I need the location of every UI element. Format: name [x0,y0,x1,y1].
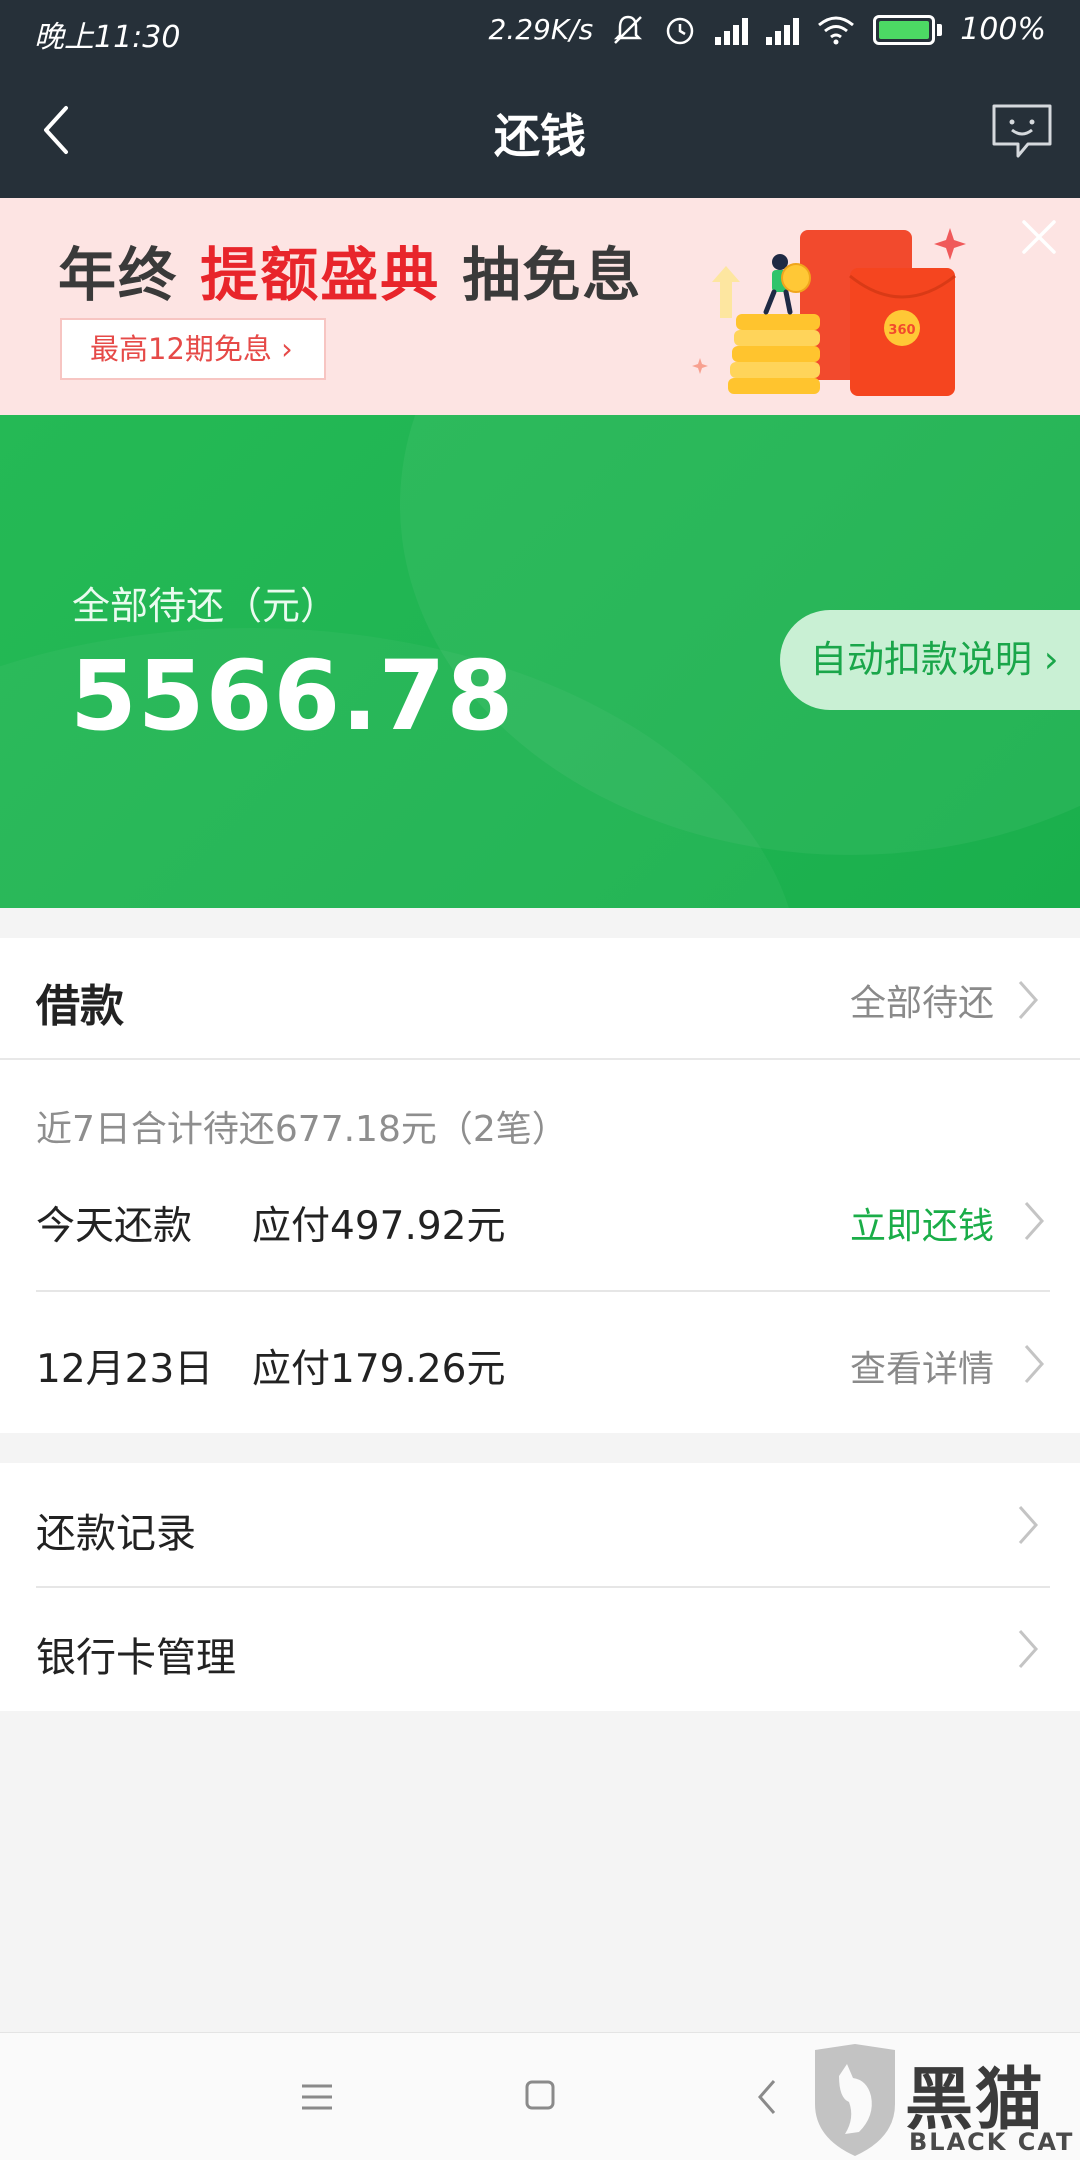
feedback-message-icon[interactable] [988,100,1056,162]
svg-text:360: 360 [888,323,915,338]
repayment-date: 今天还款 [36,1204,193,1249]
total-due-amount: 5566.78 [70,640,515,752]
system-nav-bar: 黑猫 BLACK CAT [0,2032,1080,2160]
repayment-row-dec23[interactable]: 12月23日 应付179.26元 查看详情 [36,1324,1050,1404]
chevron-right-icon [1018,981,1039,1019]
chevron-right-icon [1018,1506,1039,1544]
signal-icon-2 [766,15,800,45]
row-divider [36,1290,1050,1292]
watermark-en: BLACK CAT [909,2128,1075,2156]
view-details-link[interactable]: 查看详情 [850,1340,994,1392]
nav-bar: 还钱 [0,62,1080,198]
week-summary: 近7日合计待还677.18元（2笔） [36,1109,568,1150]
promo-banner[interactable]: 年终 提额盛典 抽免息 最高12期免息 › 360 [0,198,1080,415]
total-due-label: 全部待还（元） [72,584,339,628]
banner-headline-highlight: 提额盛典 [200,241,441,309]
close-icon[interactable] [1016,214,1062,260]
battery-level: 100% [960,12,1046,47]
menu-item-repayment-records[interactable]: 还款记录 [0,1463,1080,1587]
banner-headline-part1: 年终 [58,241,201,309]
repayment-amount: 应付497.92元 [252,1204,506,1249]
home-icon[interactable] [524,2079,556,2111]
banner-pill-button[interactable]: 最高12期免息 › [60,318,326,380]
signal-icon [715,15,749,45]
menu-item-label: 还款记录 [36,1511,196,1557]
banner-headline: 年终 提额盛典 抽免息 [58,228,642,312]
all-due-link[interactable]: 全部待还 [850,974,994,1026]
recent-apps-icon[interactable] [300,2083,334,2111]
auto-deduct-info-button[interactable]: 自动扣款说明 › [780,610,1080,710]
menu-section: 还款记录 银行卡管理 [0,1463,1080,1711]
chevron-right-icon [1024,1345,1045,1383]
menu-item-bank-card[interactable]: 银行卡管理 [0,1587,1080,1711]
chevron-right-icon [1024,1202,1045,1240]
red-envelope-illustration-icon: 360 [692,228,966,396]
system-back-icon[interactable] [756,2077,778,2117]
alarm-icon [666,17,694,44]
repayment-date: 12月23日 [36,1347,214,1392]
battery-icon [873,14,943,45]
status-bar: 晚上11:30 2.29K/s 100% [0,0,1080,62]
wifi-icon [818,16,855,44]
repayment-amount: 应付179.26元 [252,1347,506,1392]
net-speed: 2.29K/s [488,13,594,46]
total-due-card: 全部待还（元） 5566.78 自动扣款说明 › [0,415,1080,908]
page-title: 还钱 [494,109,586,163]
loan-title: 借款 [36,981,124,1032]
chevron-right-icon [1018,1630,1039,1668]
watermark: 黑猫 BLACK CAT [805,2042,1080,2160]
mute-icon [614,15,643,44]
menu-item-label: 银行卡管理 [36,1635,236,1681]
banner-headline-part2: 抽免息 [440,241,643,309]
loan-section: 借款 全部待还 近7日合计待还677.18元（2笔） 今天还款 应付497.92… [0,938,1080,1433]
repay-now-link[interactable]: 立即还钱 [850,1197,994,1249]
loan-header[interactable]: 借款 全部待还 [0,938,1080,1060]
repayment-row-today[interactable]: 今天还款 应付497.92元 立即还钱 [36,1181,1050,1261]
status-time: 晚上11:30 [34,20,181,55]
black-cat-logo-icon [815,2044,895,2156]
